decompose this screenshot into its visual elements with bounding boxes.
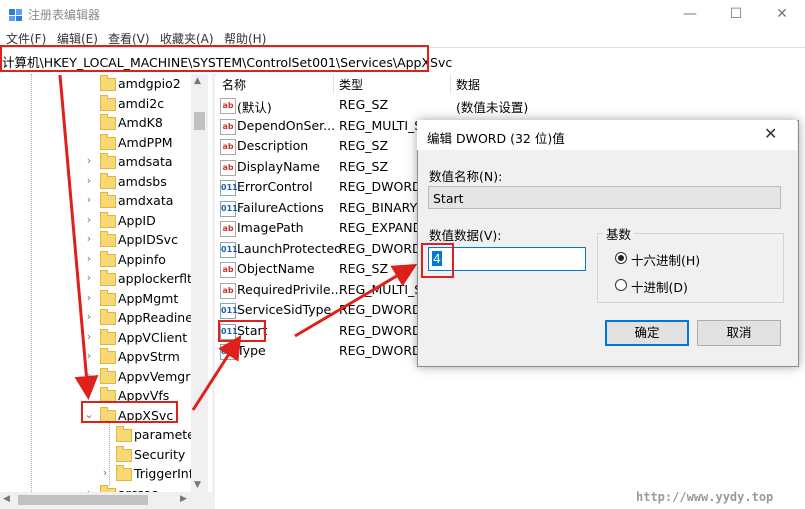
decimal-radio[interactable] xyxy=(615,279,627,291)
value-data-label: 数值数据(V): xyxy=(429,228,502,243)
base-group-label: 基数 xyxy=(603,224,635,243)
ok-button[interactable]: 确定 xyxy=(605,320,689,346)
arrow-to-start xyxy=(191,334,242,411)
value-name-label: 数值名称(N): xyxy=(429,169,503,184)
arrow-to-appxsvc xyxy=(58,74,99,400)
dialog-title: 编辑 DWORD (32 位)值 xyxy=(427,131,565,146)
arrow-to-value-data xyxy=(294,263,418,338)
value-name-field xyxy=(428,186,781,209)
hex-radio[interactable] xyxy=(615,252,627,264)
dialog-close-icon[interactable]: ✕ xyxy=(764,124,777,143)
cancel-button[interactable]: 取消 xyxy=(697,320,781,346)
value-name-text: Start xyxy=(433,191,464,206)
decimal-radio-label[interactable]: 十进制(D) xyxy=(631,277,688,296)
value-data-highlight-box xyxy=(421,243,454,278)
watermark: http://www.yydy.top xyxy=(636,490,774,504)
hex-radio-label[interactable]: 十六进制(H) xyxy=(631,250,700,269)
